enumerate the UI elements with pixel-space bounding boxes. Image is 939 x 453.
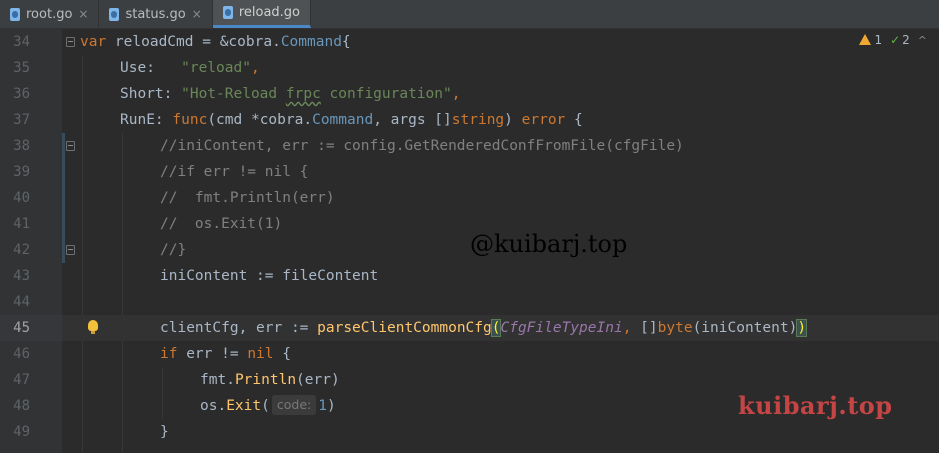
line-number: 48	[13, 398, 30, 414]
spelling-typo: frpc	[285, 86, 321, 102]
chevron-up-icon[interactable]: ^	[918, 34, 927, 47]
go-file-icon	[222, 6, 233, 19]
line-number: 49	[13, 424, 30, 440]
line-number: 44	[13, 294, 30, 310]
weak-warnings-count[interactable]: ✓ 2	[890, 33, 910, 47]
parameter-hint: code:	[271, 395, 317, 415]
code-line[interactable]: 38 //iniContent, err := config.GetRender…	[0, 133, 939, 159]
line-number: 37	[13, 112, 30, 128]
code-comment: // fmt.Println(err)	[160, 190, 335, 206]
close-icon[interactable]: ×	[78, 7, 88, 21]
inspections-widget[interactable]: 1 ✓ 2 ^	[859, 33, 927, 47]
fold-marker[interactable]	[66, 141, 75, 151]
watermark-handle: @kuibarj.top	[470, 230, 628, 258]
code-line[interactable]: 39 //if err != nil {	[0, 159, 939, 185]
tab-label: root.go	[26, 6, 73, 22]
line-number: 36	[13, 86, 30, 102]
code-line[interactable]: 37 RunE: func(cmd *cobra.Command, args […	[0, 107, 939, 133]
matched-paren: )	[796, 319, 808, 337]
code-line[interactable]: 46 if err != nil {	[0, 341, 939, 367]
code-text: clientCfg, err := parseClientCommonCfg(C…	[160, 319, 808, 337]
code-line[interactable]: 35 Use: "reload",	[0, 55, 939, 81]
code-comment: // os.Exit(1)	[160, 216, 283, 232]
code-text: Use: "reload",	[120, 60, 260, 76]
tab-status-go[interactable]: status.go ×	[99, 0, 213, 28]
code-text: iniContent := fileContent	[160, 268, 379, 284]
watermark-logo: kuibarj.top	[738, 391, 893, 420]
code-comment: //}	[160, 242, 187, 258]
line-number: 35	[13, 60, 30, 76]
line-number: 34	[13, 34, 30, 50]
line-number: 46	[13, 346, 30, 362]
code-line[interactable]: 34 var reloadCmd = &cobra.Command{	[0, 29, 939, 55]
code-text: fmt.Println(err)	[200, 372, 340, 388]
go-file-icon	[10, 7, 20, 21]
fold-marker[interactable]	[66, 245, 75, 255]
code-text: RunE: func(cmd *cobra.Command, args []st…	[120, 112, 583, 128]
code-line[interactable]: 44	[0, 289, 939, 315]
close-icon[interactable]: ×	[192, 7, 202, 21]
code-line-current[interactable]: 45 clientCfg, err := parseClientCommonCf…	[0, 315, 939, 341]
line-number: 38	[13, 138, 30, 154]
code-line[interactable]: 43 iniContent := fileContent	[0, 263, 939, 289]
code-line[interactable]: 40 // fmt.Println(err)	[0, 185, 939, 211]
line-number: 41	[13, 216, 30, 232]
code-comment: //iniContent, err := config.GetRenderedC…	[160, 138, 684, 154]
code-text: Short: "Hot-Reload frpc configuration",	[120, 86, 461, 102]
line-number: 47	[13, 372, 30, 388]
line-number: 45	[13, 320, 30, 336]
code-line[interactable]: 49 }	[0, 419, 939, 445]
fold-marker[interactable]	[66, 37, 75, 47]
code-comment: //if err != nil {	[160, 164, 309, 180]
warnings-count[interactable]: 1	[859, 33, 882, 47]
warning-icon	[859, 34, 872, 45]
go-file-icon	[109, 7, 120, 21]
line-number: 39	[13, 164, 30, 180]
bulb-icon[interactable]	[88, 320, 98, 334]
code-text: }	[160, 424, 169, 440]
code-line[interactable]: 36 Short: "Hot-Reload frpc configuration…	[0, 81, 939, 107]
tab-root-go[interactable]: root.go ×	[0, 0, 100, 28]
code-text: os.Exit(code: 1)	[200, 395, 336, 415]
editor-tab-bar: root.go × status.go × reload.go	[0, 0, 939, 29]
line-number: 42	[13, 242, 30, 258]
code-text: var reloadCmd = &cobra.Command{	[80, 34, 351, 50]
line-number: 40	[13, 190, 30, 206]
tab-label: status.go	[125, 6, 186, 22]
code-text: if err != nil {	[160, 346, 291, 362]
check-icon: ✓	[890, 33, 901, 47]
code-line[interactable]: 47 fmt.Println(err)	[0, 367, 939, 393]
ide-window: root.go × status.go × reload.go 34 var r…	[0, 0, 939, 453]
tab-label: reload.go	[238, 5, 301, 20]
tab-reload-go[interactable]: reload.go	[212, 0, 312, 28]
line-number: 43	[13, 268, 30, 284]
